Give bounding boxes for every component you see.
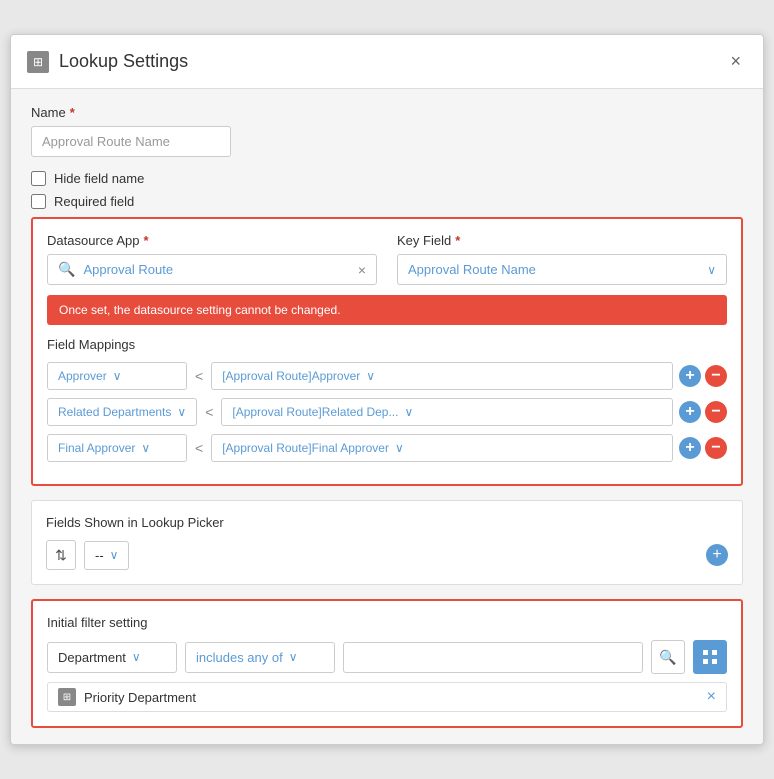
priority-tag-icon: ⊞ [58,688,76,706]
priority-tag-text: Priority Department [84,690,699,705]
mapping-add-button-1[interactable]: + [679,365,701,387]
mapping-remove-button-1[interactable]: − [705,365,727,387]
mapping-arrow-3: < [195,440,203,456]
dialog-title-icon: ⊞ [27,51,49,73]
name-label: Name * [31,105,743,120]
filter-section-title: Initial filter setting [47,615,727,630]
fields-shown-label: Fields Shown in Lookup Picker [46,515,728,530]
mapping-arrow-1: < [195,368,203,384]
required-field-checkbox[interactable] [31,194,46,209]
name-input[interactable] [31,126,231,157]
mapping-chevron-3-right: ∨ [395,441,404,455]
key-field-select[interactable]: Approval Route Name ∨ [397,254,727,285]
priority-tag: ⊞ Priority Department × [47,682,727,712]
required-star: * [70,105,75,120]
dialog-body: Name * Hide field name Required field Da… [11,89,763,744]
fields-picker-row: ⇅ -- ∨ + [46,540,728,570]
filter-condition-value: includes any of [196,650,283,665]
mapping-chevron-3-left: ∨ [141,441,150,455]
hide-field-name-row: Hide field name [31,171,743,186]
mapping-arrow-2: < [205,404,213,420]
filter-field-value: Department [58,650,126,665]
filter-row: Department ∨ includes any of ∨ 🔍 [47,640,727,674]
key-field-value: Approval Route Name [408,262,536,277]
datasource-section: Datasource App * 🔍 Approval Route × Key … [31,217,743,486]
filter-field-select[interactable]: Department ∨ [47,642,177,673]
mapping-remove-button-3[interactable]: − [705,437,727,459]
mapping-chevron-2-left: ∨ [177,405,186,419]
lookup-settings-dialog: ⊞ Lookup Settings × Name * Hide field na… [10,34,764,745]
filter-grid-icon [702,649,718,665]
dialog-title-text: Lookup Settings [59,51,188,72]
mapping-right-2[interactable]: [Approval Route]Related Dep... ∨ [221,398,673,426]
mapping-chevron-1-right: ∨ [366,369,375,383]
mapping-add-button-3[interactable]: + [679,437,701,459]
datasource-alert-banner: Once set, the datasource setting cannot … [47,295,727,325]
datasource-label: Datasource App * [47,233,377,248]
filter-value-input[interactable] [343,642,643,673]
filter-search-button[interactable]: 🔍 [651,640,685,674]
key-field-chevron-icon: ∨ [707,263,716,277]
dash-select[interactable]: -- ∨ [84,541,129,570]
updown-button[interactable]: ⇅ [46,540,76,570]
hide-field-name-label: Hide field name [54,171,144,186]
mapping-add-button-2[interactable]: + [679,401,701,423]
dialog-header: ⊞ Lookup Settings × [11,35,763,89]
key-field-col: Key Field * Approval Route Name ∨ [397,233,727,285]
mapping-left-2[interactable]: Related Departments ∨ [47,398,197,426]
filter-field-chevron-icon: ∨ [132,650,141,664]
mapping-right-3[interactable]: [Approval Route]Final Approver ∨ [211,434,673,462]
datasource-clear-icon[interactable]: × [358,262,366,278]
field-mappings-label: Field Mappings [47,337,727,352]
filter-section: Initial filter setting Department ∨ incl… [31,599,743,728]
dialog-title: ⊞ Lookup Settings [27,51,188,73]
required-field-row: Required field [31,194,743,209]
mapping-remove-button-2[interactable]: − [705,401,727,423]
mapping-right-1[interactable]: [Approval Route]Approver ∨ [211,362,673,390]
dash-chevron-icon: ∨ [110,548,119,562]
filter-condition-chevron-icon: ∨ [289,650,298,664]
datasource-col: Datasource App * 🔍 Approval Route × [47,233,377,285]
mapping-row-3: Final Approver ∨ < [Approval Route]Final… [47,434,727,462]
datasource-search-icon: 🔍 [58,261,75,278]
datasource-search-field[interactable]: 🔍 Approval Route × [47,254,377,285]
dialog-close-button[interactable]: × [724,49,747,74]
name-field-group: Name * [31,105,743,157]
fields-shown-section: Fields Shown in Lookup Picker ⇅ -- ∨ + [31,500,743,585]
mapping-left-3[interactable]: Final Approver ∨ [47,434,187,462]
mapping-chevron-2-right: ∨ [404,405,413,419]
mapping-chevron-1-left: ∨ [113,369,122,383]
datasource-value: Approval Route [83,262,349,277]
mapping-left-1[interactable]: Approver ∨ [47,362,187,390]
key-field-label: Key Field * [397,233,727,248]
hide-field-name-checkbox[interactable] [31,171,46,186]
dash-value: -- [95,548,104,563]
filter-condition-select[interactable]: includes any of ∨ [185,642,335,673]
mapping-row-1: Approver ∨ < [Approval Route]Approver ∨ … [47,362,727,390]
mapping-row-2: Related Departments ∨ < [Approval Route]… [47,398,727,426]
priority-tag-close-button[interactable]: × [707,688,716,706]
filter-grid-button[interactable] [693,640,727,674]
fields-shown-add-button[interactable]: + [706,544,728,566]
required-field-label: Required field [54,194,134,209]
datasource-key-row: Datasource App * 🔍 Approval Route × Key … [47,233,727,285]
